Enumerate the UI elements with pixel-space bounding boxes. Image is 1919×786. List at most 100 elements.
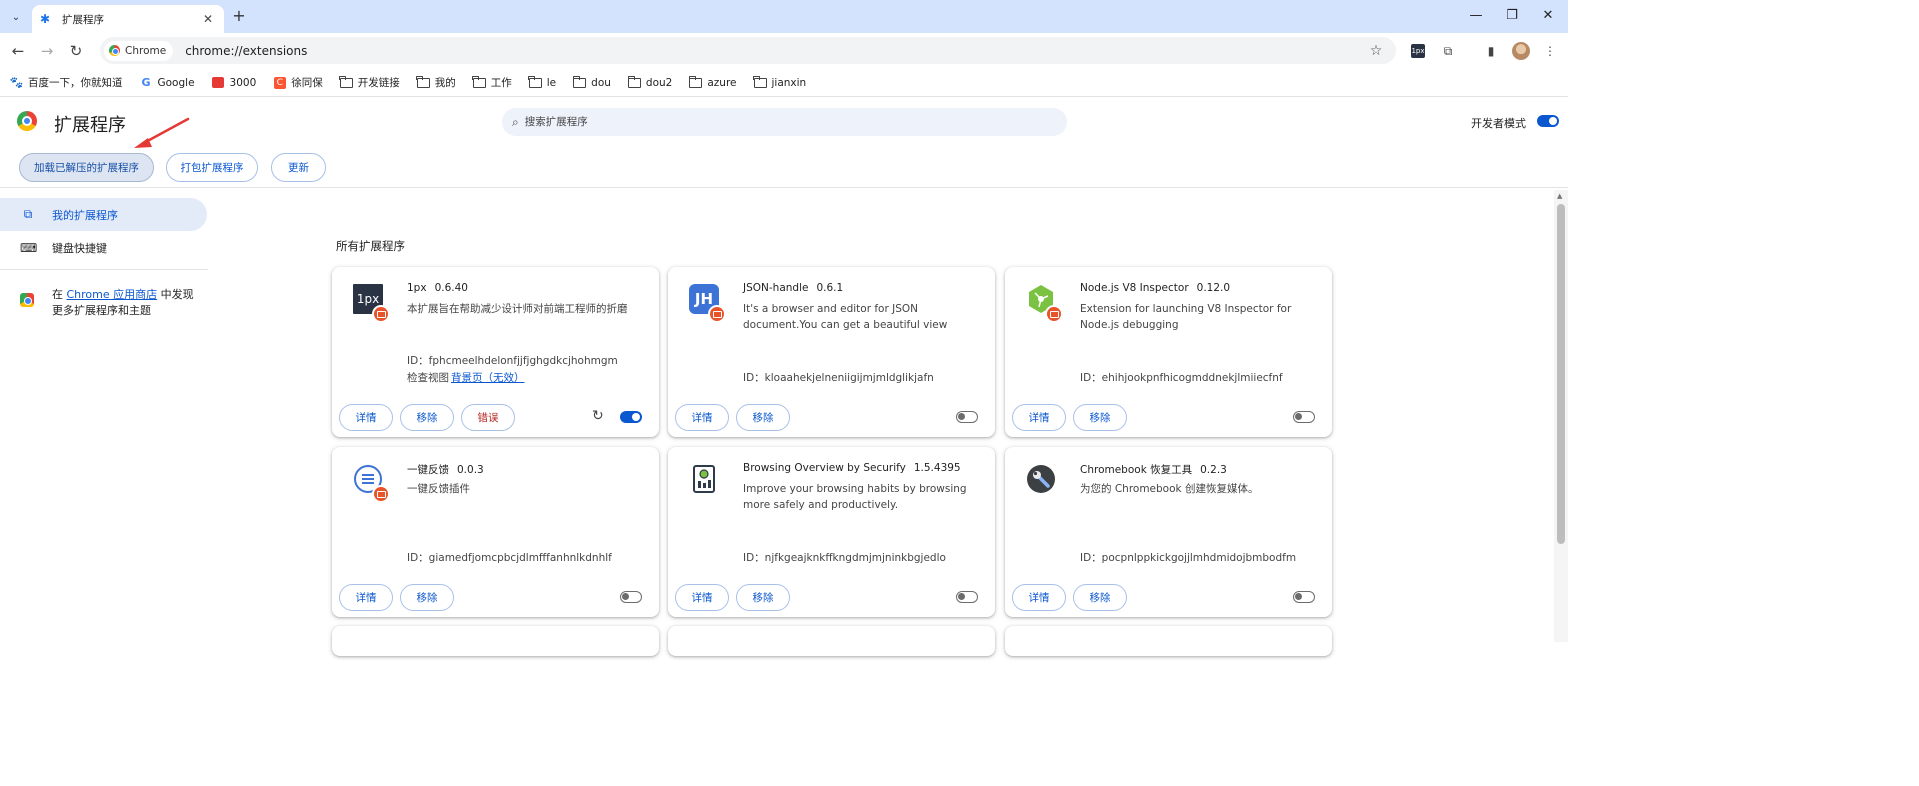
site-chip-label: Chrome — [125, 44, 167, 57]
tab-extensions[interactable]: ✱ 扩展程序 ✕ — [32, 5, 224, 33]
errors-button[interactable]: 错误 — [461, 404, 515, 431]
site-chip[interactable]: Chrome — [104, 40, 174, 61]
details-button[interactable]: 详情 — [339, 584, 393, 611]
extension-id: ID：njfkgeajknkffkngdmjmjninkbgjedlo — [743, 552, 946, 564]
bookmark-item[interactable]: 我的 — [416, 75, 456, 90]
scroll-thumb[interactable] — [1557, 204, 1565, 544]
extension-enable-toggle[interactable] — [956, 411, 978, 423]
bookmark-label: 我的 — [434, 77, 456, 89]
remove-button[interactable]: 移除 — [736, 404, 790, 431]
bookmark-item[interactable]: azure — [688, 75, 737, 89]
extension-enable-toggle[interactable] — [956, 591, 978, 603]
minimize-icon[interactable]: — — [1466, 6, 1486, 26]
bookmark-label: 3000 — [229, 76, 257, 89]
web-store-link[interactable]: Chrome 应用商店 — [67, 288, 158, 301]
bookmark-item[interactable]: dou — [572, 75, 611, 89]
scroll-up-arrow-icon[interactable]: ▲ — [1557, 192, 1562, 200]
tab-search-chevron-icon[interactable]: ⌄ — [4, 6, 28, 28]
back-icon[interactable]: ← — [7, 40, 29, 62]
securify-document-icon — [693, 465, 715, 493]
close-tab-icon[interactable]: ✕ — [200, 12, 216, 26]
remove-button[interactable]: 移除 — [1073, 404, 1127, 431]
folder-icon — [472, 75, 486, 89]
url-text[interactable]: chrome://extensions — [185, 44, 1366, 58]
extension-card-partial — [668, 626, 995, 656]
tab-strip: ⌄ ✱ 扩展程序 ✕ + — ❐ ✕ — [0, 0, 1568, 33]
background-page-link[interactable]: 背景页（无效） — [451, 372, 525, 384]
details-button[interactable]: 详情 — [675, 584, 729, 611]
bookmark-item[interactable]: 开发链接 — [339, 75, 400, 90]
extension-card-partial — [332, 626, 659, 656]
bookmark-item[interactable]: 3000 — [212, 76, 257, 89]
bookmark-label: dou2 — [645, 76, 673, 89]
dev-mode-toggle[interactable] — [1537, 115, 1559, 127]
avatar[interactable] — [1512, 42, 1530, 60]
extension-id: ID：giamedfjomcpbcjdlmfffanhnlkdnhlf — [407, 552, 612, 564]
remove-button[interactable]: 移除 — [736, 584, 790, 611]
extension-id: ID：fphcmeelhdelonfjjfjghgdkcjhohmgm — [407, 355, 618, 367]
bookmark-label: jianxin — [771, 76, 807, 89]
page-scrollbar[interactable]: ▲ — [1554, 190, 1568, 642]
bookmark-item[interactable]: le — [528, 75, 556, 89]
store-prefix: 在 — [52, 288, 63, 301]
extension-card-node-inspector: Node.js V8 Inspector 0.12.0 Extension for… — [1005, 267, 1332, 437]
unpacked-badge-icon — [372, 305, 390, 323]
remove-button[interactable]: 移除 — [400, 584, 454, 611]
bookmark-item[interactable]: C 徐同保 — [273, 75, 323, 90]
forward-icon[interactable]: → — [36, 40, 58, 62]
details-button[interactable]: 详情 — [339, 404, 393, 431]
address-bar[interactable]: Chrome chrome://extensions ☆ — [100, 37, 1396, 64]
details-button[interactable]: 详情 — [1012, 404, 1066, 431]
bookmark-item[interactable]: 工作 — [472, 75, 512, 90]
unpacked-badge-icon — [372, 485, 390, 503]
bookmark-star-icon[interactable]: ☆ — [1366, 43, 1386, 59]
bookmark-label: 百度一下，你就知道 — [28, 77, 123, 89]
extension-version: 0.6.40 — [434, 282, 468, 294]
close-window-icon[interactable]: ✕ — [1538, 6, 1558, 26]
details-button[interactable]: 详情 — [1012, 584, 1066, 611]
bookmark-item[interactable]: jianxin — [753, 75, 807, 89]
sidebar: ⧉ 我的扩展程序 ⌨ 键盘快捷键 在 Chrome 应用商店 中发现 更多扩展程… — [0, 198, 208, 642]
bookmark-item[interactable]: G Google — [140, 76, 195, 89]
reload-extension-icon[interactable]: ↻ — [592, 408, 604, 424]
section-title: 所有扩展程序 — [336, 239, 405, 253]
toolbar: ← → ↻ Chrome chrome://extensions ☆ 1px ⧉… — [0, 33, 1568, 69]
update-button[interactable]: 更新 — [271, 153, 326, 182]
google-icon: G — [141, 76, 151, 89]
extension-description: 为您的 Chromebook 创建恢复媒体。 — [1080, 483, 1259, 495]
remove-button[interactable]: 移除 — [1073, 584, 1127, 611]
new-tab-icon[interactable]: + — [230, 6, 248, 26]
extension-enable-toggle[interactable] — [1293, 411, 1315, 423]
pack-extension-button[interactable]: 打包扩展程序 — [166, 153, 258, 182]
bookmark-label: azure — [707, 76, 737, 89]
extension-enable-toggle[interactable] — [620, 411, 642, 423]
details-button[interactable]: 详情 — [675, 404, 729, 431]
sidebar-item-shortcuts[interactable]: ⌨ 键盘快捷键 — [0, 231, 207, 264]
store-suffix: 中发现 — [160, 288, 194, 301]
bookmark-label: dou — [591, 76, 611, 89]
extension-enable-toggle[interactable] — [1293, 591, 1315, 603]
restore-icon[interactable]: ❐ — [1502, 6, 1522, 26]
extension-id: ID：pocpnlppkickgojjlmhdmidojbmbodfm — [1080, 552, 1297, 564]
bookmark-item[interactable]: 🐾 百度一下，你就知道 — [10, 75, 123, 90]
search-field[interactable]: ⌕ — [502, 108, 1067, 136]
menu-kebab-icon[interactable]: ⋮ — [1541, 42, 1559, 60]
bookmark-item[interactable]: dou2 — [627, 75, 673, 89]
bookmark-label: Google — [157, 76, 195, 89]
sidebar-item-my-extensions[interactable]: ⧉ 我的扩展程序 — [0, 198, 207, 231]
extension-description: 一键反馈插件 — [407, 483, 470, 495]
extension-name: Node.js V8 Inspector — [1080, 282, 1189, 294]
extension-name: JSON-handle — [743, 282, 809, 294]
extension-enable-toggle[interactable] — [620, 591, 642, 603]
reload-icon[interactable]: ↻ — [65, 40, 87, 62]
extension-card-json-handle: JH JSON-handle 0.6.1 It's a browser and e… — [668, 267, 995, 437]
extension-description: It's a browser and editor for JSON docum… — [743, 303, 948, 331]
load-unpacked-button[interactable]: 加载已解压的扩展程序 — [19, 153, 154, 182]
folder-icon — [753, 75, 767, 89]
extension-1px-icon[interactable]: 1px — [1409, 42, 1427, 60]
extensions-puzzle-icon[interactable]: ⧉ — [1439, 42, 1457, 60]
remove-button[interactable]: 移除 — [400, 404, 454, 431]
sidebar-item-label: 我的扩展程序 — [52, 208, 118, 222]
search-input[interactable] — [524, 116, 1025, 128]
side-panel-icon[interactable]: ▮ — [1482, 42, 1500, 60]
